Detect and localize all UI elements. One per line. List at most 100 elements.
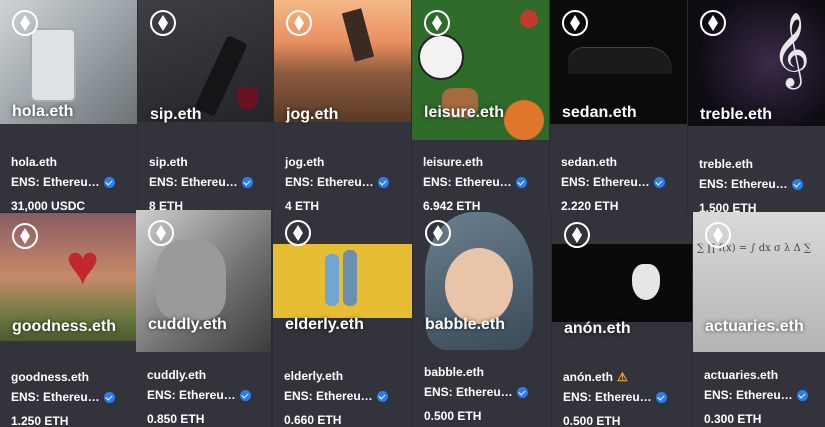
collection-label: ENS: Ethereu… — [149, 175, 238, 189]
card-title[interactable]: elderly.eth — [284, 369, 406, 383]
collection-name[interactable]: ENS: Ethereu… — [11, 390, 131, 404]
heart-tree-shape: ♥ — [66, 233, 100, 296]
card-title[interactable]: anón.eth ⚠ — [563, 370, 686, 384]
image-name-label: cuddly.eth — [148, 316, 227, 333]
card-title[interactable]: sedan.eth — [561, 155, 681, 169]
collection-name[interactable]: ENS: Ethereu… — [423, 175, 543, 189]
card-title[interactable]: jog.eth — [285, 155, 405, 169]
nft-card-treble[interactable]: 𝄞 treble.eth treble.eth ENS: Ethereu… 1.… — [688, 0, 825, 212]
warning-icon: ⚠ — [617, 370, 628, 384]
collection-label: ENS: Ethereu… — [284, 389, 373, 403]
image-name-label: hola.eth — [12, 103, 74, 120]
card-title[interactable]: hola.eth — [11, 155, 131, 169]
verified-badge-icon — [103, 391, 115, 403]
collection-name[interactable]: ENS: Ethereu… — [149, 175, 267, 189]
ball-shape — [504, 100, 544, 140]
card-title[interactable]: actuaries.eth — [704, 368, 819, 382]
nft-card-babble[interactable]: babble.eth babble.eth ENS: Ethereu… 0.50… — [413, 210, 551, 427]
collection-label: ENS: Ethereu… — [561, 175, 650, 189]
nft-card-leisure[interactable]: leisure.eth leisure.eth ENS: Ethereu… 6.… — [412, 0, 549, 212]
nft-card-sip[interactable]: sip.eth sip.eth ENS: Ethereu… 8 ETH — [138, 0, 273, 212]
card-title[interactable]: cuddly.eth — [147, 368, 265, 382]
ens-logo-icon — [148, 220, 174, 246]
collection-label: ENS: Ethereu… — [147, 388, 236, 402]
elderly-couple-shape — [325, 254, 339, 306]
price: 2.220 ETH — [561, 199, 619, 212]
nft-card-actuaries[interactable]: ∑ ∏ f(x) = ∫ dx σ λ Δ ∑ actuaries.eth ac… — [693, 212, 825, 427]
legs-shape — [341, 8, 375, 62]
verified-badge-icon — [655, 391, 667, 403]
image-name-label: anón.eth — [564, 320, 631, 337]
car-shape — [568, 48, 672, 74]
collection-name[interactable]: ENS: Ethereu… — [424, 385, 545, 399]
image-name-label: leisure.eth — [424, 104, 505, 121]
card-title[interactable]: goodness.eth — [11, 370, 131, 384]
nft-card-jog[interactable]: jog.eth jog.eth ENS: Ethereu… 4 ETH — [274, 0, 411, 212]
verified-badge-icon — [377, 176, 389, 188]
image-name-label: treble.eth — [700, 106, 773, 123]
collection-label: ENS: Ethereu… — [424, 385, 513, 399]
collection-name[interactable]: ENS: Ethereu… — [11, 175, 131, 189]
ens-logo-icon — [150, 10, 176, 36]
ball-shape — [520, 10, 538, 28]
phone-shape — [30, 28, 76, 102]
image-name-label: babble.eth — [425, 316, 506, 333]
ens-logo-icon — [562, 10, 588, 36]
price: 1.500 ETH — [699, 201, 757, 212]
collection-name[interactable]: ENS: Ethereu… — [563, 390, 686, 404]
collection-name[interactable]: ENS: Ethereu… — [699, 177, 819, 191]
collection-label: ENS: Ethereu… — [11, 390, 100, 404]
glass-shape — [238, 88, 258, 110]
collection-label: ENS: Ethereu… — [423, 175, 512, 189]
image-name-label: elderly.eth — [285, 316, 364, 333]
nft-card-goodness[interactable]: ♥ goodness.eth goodness.eth ENS: Ethereu… — [0, 213, 137, 427]
ball-shape — [418, 34, 464, 80]
nft-card-cuddly[interactable]: cuddly.eth cuddly.eth ENS: Ethereu… 0.85… — [136, 210, 271, 427]
image-name-label: actuaries.eth — [705, 318, 804, 335]
verified-badge-icon — [376, 390, 388, 402]
ens-logo-icon — [12, 223, 38, 249]
nft-card-sedan[interactable]: sedan.eth sedan.eth ENS: Ethereu… 2.220 … — [550, 0, 687, 212]
collection-name[interactable]: ENS: Ethereu… — [561, 175, 681, 189]
verified-badge-icon — [653, 176, 665, 188]
verified-badge-icon — [239, 389, 251, 401]
ens-logo-icon — [700, 10, 726, 36]
nft-card-hola[interactable]: hola.eth hola.eth ENS: Ethereu… 31,000 U… — [0, 0, 137, 212]
ens-logo-icon — [286, 10, 312, 36]
verified-badge-icon — [515, 176, 527, 188]
card-title[interactable]: babble.eth — [424, 365, 545, 379]
card-title[interactable]: sip.eth — [149, 155, 267, 169]
collection-label: ENS: Ethereu… — [563, 390, 652, 404]
baby-face-shape — [445, 248, 513, 324]
collection-name[interactable]: ENS: Ethereu… — [284, 389, 406, 403]
collection-name[interactable]: ENS: Ethereu… — [147, 388, 265, 402]
price: 0.660 ETH — [284, 413, 342, 427]
elderly-couple-shape — [343, 250, 357, 306]
dog-shape — [156, 240, 226, 320]
price: 1.250 ETH — [11, 414, 69, 427]
card-title[interactable]: leisure.eth — [423, 155, 543, 169]
ens-logo-icon — [564, 222, 590, 248]
price: 0.300 ETH — [704, 412, 762, 426]
price: 0.500 ETH — [424, 409, 482, 423]
verified-badge-icon — [796, 389, 808, 401]
verified-badge-icon — [241, 176, 253, 188]
verified-badge-icon — [103, 176, 115, 188]
collection-label: ENS: Ethereu… — [11, 175, 100, 189]
verified-badge-icon — [516, 386, 528, 398]
collection-name[interactable]: ENS: Ethereu… — [704, 388, 819, 402]
ens-logo-icon — [425, 220, 451, 246]
ens-logo-icon — [285, 220, 311, 246]
card-title-text: anón.eth — [563, 370, 613, 384]
ens-logo-icon — [12, 10, 38, 36]
price: 0.500 ETH — [563, 414, 621, 427]
image-name-label: sedan.eth — [562, 104, 637, 121]
ens-logo-icon — [424, 10, 450, 36]
price: 31,000 USDC — [11, 199, 86, 212]
image-background — [552, 244, 692, 322]
nft-card-elderly[interactable]: elderly.eth elderly.eth ENS: Ethereu… 0.… — [273, 210, 412, 427]
collection-name[interactable]: ENS: Ethereu… — [285, 175, 405, 189]
card-title[interactable]: treble.eth — [699, 157, 819, 171]
nft-card-anon[interactable]: anón.eth anón.eth ⚠ ENS: Ethereu… 0.500 E… — [552, 212, 692, 427]
ens-logo-icon — [705, 222, 731, 248]
